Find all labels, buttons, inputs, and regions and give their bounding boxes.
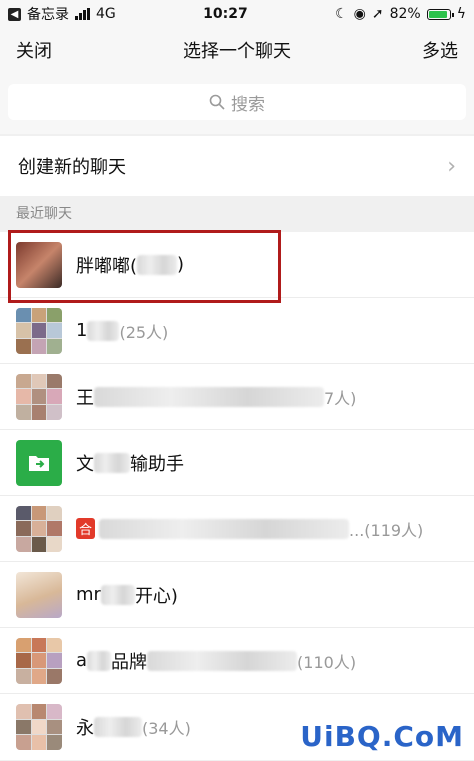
member-count: (110人) — [297, 652, 357, 672]
group-avatar — [16, 373, 62, 420]
lock-rotation-icon: ◉ — [353, 6, 366, 22]
search-placeholder: 搜索 — [231, 94, 265, 115]
redacted-text — [87, 320, 120, 341]
chat-name-suffix: ) — [177, 254, 185, 275]
watermark: UiBQ.CoM — [300, 720, 464, 753]
redacted-text — [87, 650, 112, 671]
redacted-text — [100, 584, 135, 605]
chat-item[interactable]: mr 开心) — [0, 562, 474, 628]
close-button[interactable]: 关闭 — [16, 37, 52, 63]
chat-item[interactable]: a 品牌 (110人) — [0, 628, 474, 694]
group-avatar — [16, 637, 62, 684]
chevron-right-icon: › — [447, 153, 456, 179]
chat-item[interactable]: 合 ...(119人) — [0, 496, 474, 562]
chat-name: 文 — [76, 453, 94, 475]
chat-item[interactable]: 文 输助手 — [0, 430, 474, 496]
moon-icon: ☾ — [335, 6, 348, 22]
multi-select-button[interactable]: 多选 — [422, 37, 458, 63]
chat-name: a — [76, 650, 88, 671]
member-count: ...(119人) — [349, 520, 424, 540]
member-count: (34人) — [142, 719, 191, 738]
chat-name-suffix: 输助手 — [130, 453, 184, 475]
battery-icon — [426, 8, 454, 20]
avatar — [16, 241, 62, 288]
member-count: 7人) — [324, 388, 357, 408]
page-title: 选择一个聊天 — [183, 41, 291, 62]
redacted-text — [147, 650, 298, 671]
back-app-label[interactable]: 备忘录 — [27, 4, 69, 24]
chat-item[interactable]: 胖嘟嘟() — [0, 232, 474, 298]
chat-name: 永 — [76, 718, 94, 739]
chat-list: 胖嘟嘟() 1 (25人) 王 7人) 文输助手 合 ...(119人) mr 开心) … — [0, 232, 474, 760]
signal-icon — [75, 8, 90, 20]
nav-bar: 关闭 选择一个聊天 多选 — [0, 28, 474, 72]
location-icon: ➚ — [371, 6, 384, 22]
clock: 10:27 — [203, 6, 248, 22]
folder-arrow-icon — [29, 455, 49, 471]
redacted-text — [137, 254, 178, 275]
chat-name: 胖嘟嘟( — [76, 255, 138, 277]
chat-name-mid: 品牌 — [111, 651, 148, 673]
group-avatar — [16, 307, 62, 354]
status-bar: ◀ 备忘录 4G 10:27 ☾ ◉ ➚ 82% ϟ — [0, 0, 474, 28]
recent-chats-header: 最近聊天 — [0, 196, 474, 232]
member-count: (25人) — [119, 322, 169, 342]
charging-icon: ϟ — [456, 6, 466, 22]
redacted-text — [94, 452, 130, 473]
create-new-chat[interactable]: 创建新的聊天 › — [0, 136, 474, 196]
back-app-icon[interactable]: ◀ — [8, 7, 21, 21]
network-label: 4G — [96, 6, 116, 22]
chat-name-suffix: 开心) — [134, 585, 178, 607]
file-transfer-avatar — [16, 439, 62, 486]
redacted-text — [94, 386, 324, 407]
chat-name: 1 — [76, 320, 88, 341]
app-badge-icon: 合 — [76, 518, 96, 539]
search-input[interactable]: 搜索 — [8, 84, 466, 120]
battery-percent: 82% — [389, 6, 421, 22]
avatar — [16, 571, 62, 618]
redacted-text — [94, 717, 142, 737]
group-avatar — [16, 505, 62, 552]
chat-name: mr — [76, 584, 101, 605]
chat-item[interactable]: 王 7人) — [0, 364, 474, 430]
search-icon — [209, 94, 225, 110]
redacted-text — [99, 518, 350, 539]
chat-item[interactable]: 1 (25人) — [0, 298, 474, 364]
search-area: 搜索 — [0, 72, 474, 134]
group-avatar — [16, 704, 62, 750]
create-new-chat-label: 创建新的聊天 — [18, 157, 126, 178]
chat-name: 王 — [76, 387, 94, 409]
